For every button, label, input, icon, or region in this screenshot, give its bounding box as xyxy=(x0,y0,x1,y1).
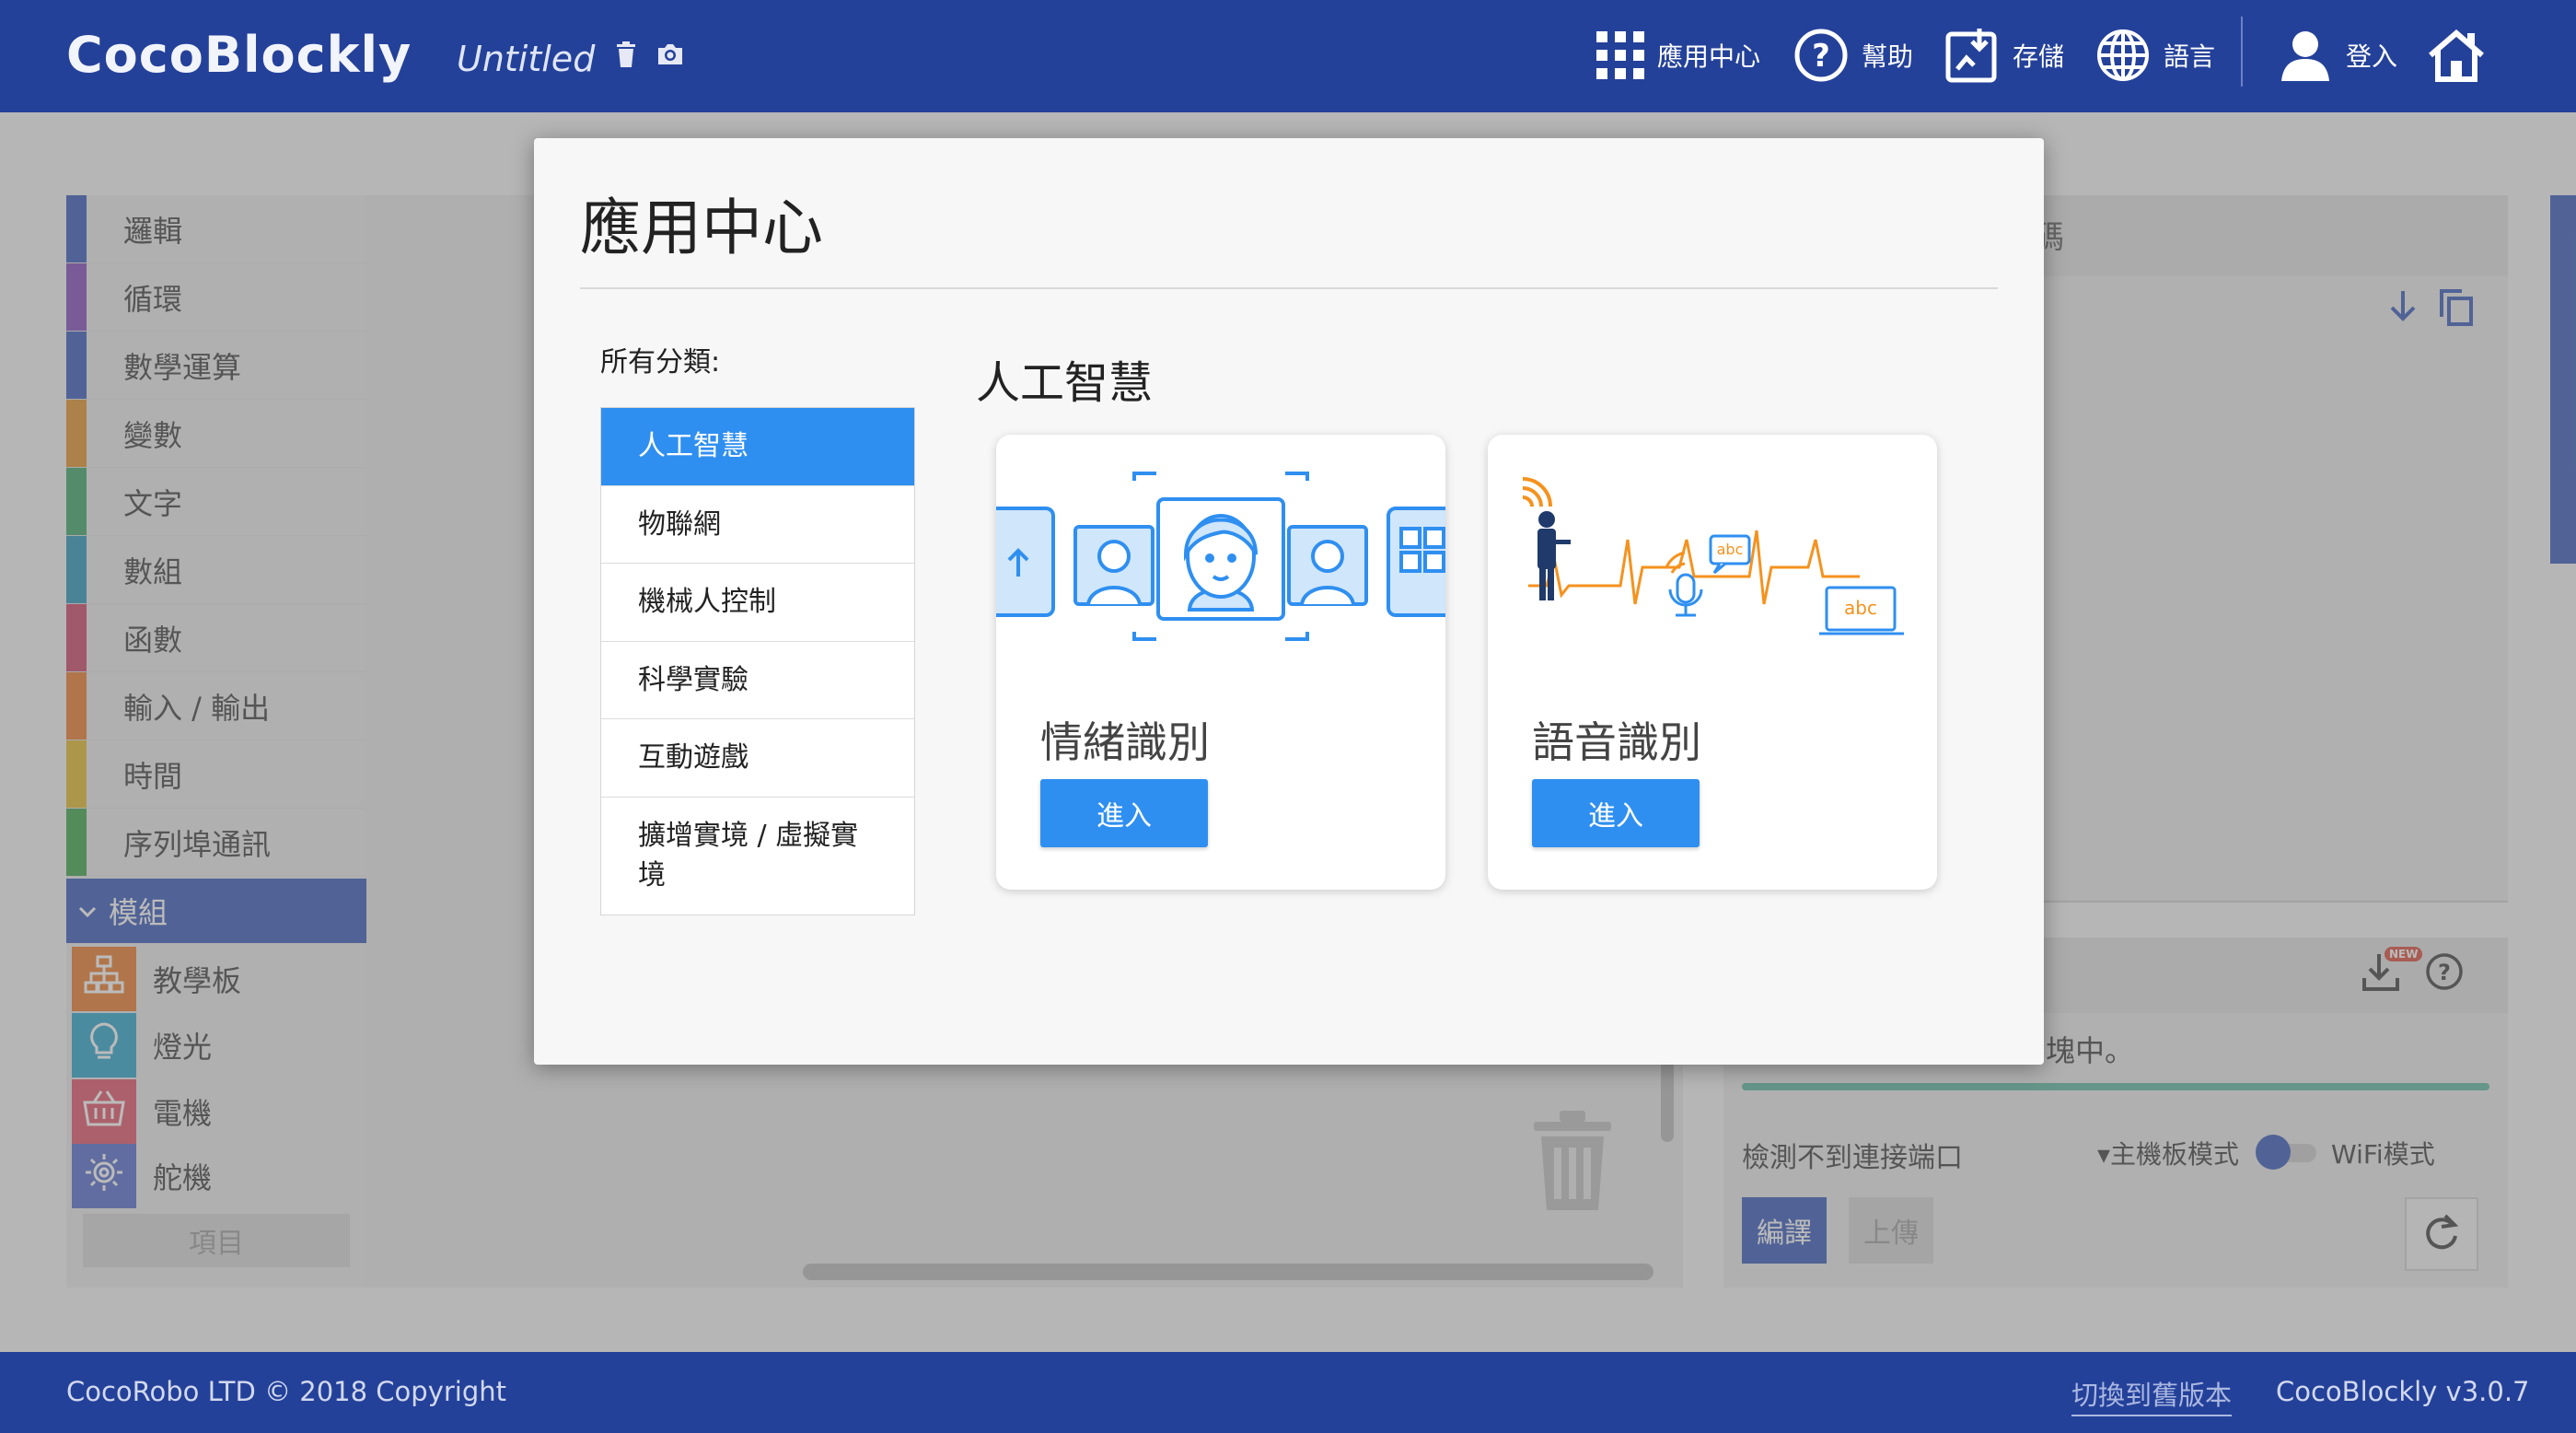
speech-recognition-illustration: abc abc xyxy=(1488,472,1937,656)
switch-old-version-link[interactable]: 切換到舊版本 xyxy=(2071,1374,2233,1416)
save-label: 存儲 xyxy=(2013,41,2065,72)
copyright-text: CocoRobo LTD © 2018 Copyright xyxy=(66,1376,507,1407)
brand-logo[interactable]: CocoBlockly xyxy=(66,26,412,84)
help-nav[interactable]: ? 幫助 xyxy=(1793,20,1913,90)
app-category-iot[interactable]: 物聯網 xyxy=(601,486,914,564)
app-header: CocoBlockly Untitled 應用中心 ? 幫助 存儲 語言 登入 xyxy=(0,0,2576,112)
app-name: 情緒識別 xyxy=(1040,717,1210,767)
all-categories-label: 所有分類: xyxy=(600,346,721,379)
section-title: 人工智慧 xyxy=(976,357,1154,409)
app-category-ai[interactable]: 人工智慧 xyxy=(601,408,914,486)
app-footer: CocoRobo LTD © 2018 Copyright 切換到舊版本 Coc… xyxy=(0,1352,2576,1433)
app-card-speech: abc abc 語音識別 進入 xyxy=(1488,435,1937,890)
screenshot-camera-icon[interactable] xyxy=(656,41,683,72)
app-card-emotion: 情緒識別 進入 xyxy=(996,435,1445,890)
app-category-ar-vr[interactable]: 擴增實境 / 虛擬實境 xyxy=(601,798,914,915)
header-divider xyxy=(2241,17,2243,87)
app-center-nav[interactable]: 應用中心 xyxy=(1596,20,1760,90)
login-nav[interactable]: 登入 xyxy=(2278,20,2397,90)
version-text: CocoBlockly v3.0.7 xyxy=(2276,1376,2530,1407)
svg-text:?: ? xyxy=(1812,38,1830,75)
language-label: 語言 xyxy=(2164,41,2216,72)
login-label: 登入 xyxy=(2346,41,2398,72)
app-category-games[interactable]: 互動遊戲 xyxy=(601,719,914,798)
home-icon xyxy=(2427,28,2486,83)
home-button[interactable] xyxy=(2427,20,2486,90)
app-name: 語音識別 xyxy=(1532,717,1701,767)
save-icon xyxy=(1944,27,2000,84)
help-label: 幫助 xyxy=(1862,41,1914,72)
face-recognition-illustration xyxy=(996,472,1445,656)
app-category-robot-control[interactable]: 機械人控制 xyxy=(601,564,914,642)
user-icon xyxy=(2278,28,2333,83)
bubble-text: abc xyxy=(1717,541,1744,558)
modal-divider xyxy=(580,287,1998,289)
enter-button[interactable]: 進入 xyxy=(1532,779,1700,847)
save-nav[interactable]: 存儲 xyxy=(1944,20,2064,90)
enter-button[interactable]: 進入 xyxy=(1040,779,1208,847)
app-category-science[interactable]: 科學實驗 xyxy=(601,642,914,719)
grid-icon xyxy=(1596,31,1644,79)
app-category-list: 人工智慧 物聯網 機械人控制 科學實驗 互動遊戲 擴增實境 / 虛擬實境 xyxy=(600,407,915,915)
modal-title: 應用中心 xyxy=(580,192,823,263)
help-icon: ? xyxy=(1793,28,1849,83)
language-nav[interactable]: 語言 xyxy=(2095,20,2215,90)
app-center-label: 應用中心 xyxy=(1657,41,1761,72)
project-name[interactable]: Untitled xyxy=(457,39,595,79)
app-center-modal: 應用中心 所有分類: 人工智慧 物聯網 機械人控制 科學實驗 互動遊戲 擴增實境… xyxy=(534,138,2044,1065)
globe-icon xyxy=(2095,28,2151,83)
delete-project-icon[interactable] xyxy=(615,41,643,72)
laptop-text: abc xyxy=(1844,597,1877,619)
